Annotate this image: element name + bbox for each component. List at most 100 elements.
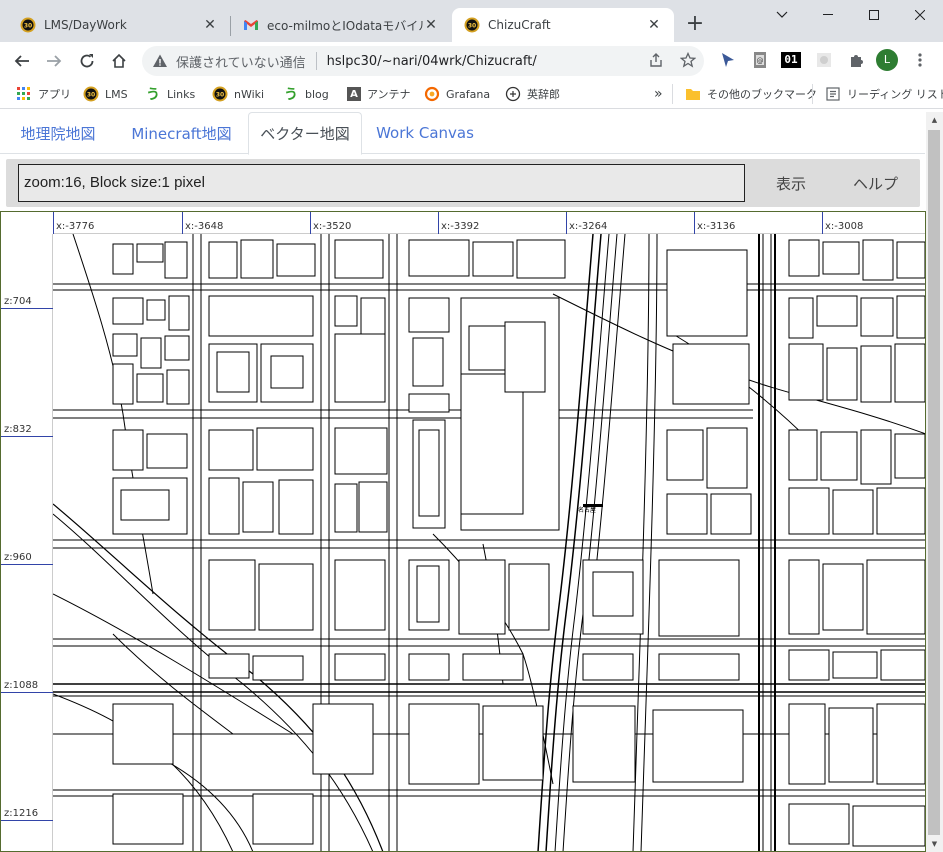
browser-tab-title: LMS/DayWork bbox=[44, 18, 127, 32]
close-icon[interactable]: ✕ bbox=[423, 17, 439, 33]
bookmark-star-icon[interactable] bbox=[678, 50, 698, 70]
bookmark-label: blog bbox=[305, 87, 329, 101]
binary-extension-icon[interactable]: 01 bbox=[781, 50, 801, 70]
show-button[interactable]: 表示 bbox=[776, 167, 806, 199]
hatena-u-icon: う bbox=[146, 87, 160, 103]
x-tick: x:-3648 bbox=[182, 212, 223, 234]
bookmark-lms[interactable]: 30 LMS bbox=[83, 84, 128, 104]
cursor-extension-icon[interactable] bbox=[718, 50, 738, 70]
browser-tab-chizucraft[interactable]: 30 ChizuCraft ✕ bbox=[452, 8, 674, 42]
station-label: 名古屋 bbox=[578, 506, 596, 514]
page-scrollbar[interactable]: ▲ ▼ bbox=[926, 112, 943, 852]
address-bar[interactable]: 保護されていない通信 hslpc30/~nari/04wrk/Chizucraf… bbox=[142, 46, 704, 76]
bookmark-antenna[interactable]: A アンテナ bbox=[347, 84, 411, 104]
help-button[interactable]: ヘルプ bbox=[853, 167, 898, 199]
tab-gsi-map[interactable]: 地理院地図 bbox=[2, 112, 114, 154]
svg-text:30: 30 bbox=[468, 23, 476, 30]
tab-search-chevron-icon[interactable] bbox=[759, 0, 805, 30]
z-tick-label: z:960 bbox=[4, 552, 32, 563]
new-tab-button[interactable]: + bbox=[684, 13, 706, 36]
document-extension-icon[interactable]: @ bbox=[750, 50, 770, 70]
home-button[interactable] bbox=[104, 46, 134, 76]
browser-tab-lms-daywork[interactable]: 30 LMS/DayWork ✕ bbox=[8, 8, 230, 42]
gmail-icon bbox=[244, 20, 258, 30]
hatena-u-icon: う bbox=[284, 87, 298, 103]
tab-work-canvas[interactable]: Work Canvas bbox=[363, 112, 487, 154]
z-tick: z:832 bbox=[1, 424, 53, 437]
z-tick: z:1088 bbox=[1, 680, 53, 693]
x-tick-label: x:-3648 bbox=[185, 221, 224, 232]
map-drawing: 名古屋 bbox=[53, 234, 925, 851]
back-button[interactable] bbox=[7, 46, 37, 76]
forward-button[interactable] bbox=[39, 46, 69, 76]
vector-map-canvas[interactable]: x:-3776 x:-3648 x:-3520 x:-3392 x:-3264 … bbox=[0, 211, 926, 852]
bookmarks-bar: アプリ 30 LMS う Links 30 nWiki う blog A アンテ… bbox=[0, 79, 943, 109]
tab-minecraft-map[interactable]: Minecraft地図 bbox=[115, 112, 248, 154]
antenna-a-icon: A bbox=[347, 87, 361, 101]
x-tick: x:-3008 bbox=[822, 212, 863, 234]
x-tick: x:-3392 bbox=[438, 212, 479, 234]
bookmark-label: LMS bbox=[105, 87, 128, 101]
x-tick-label: x:-3392 bbox=[441, 221, 480, 232]
folder-icon bbox=[685, 86, 701, 102]
bookmark-label: nWiki bbox=[234, 87, 265, 101]
minimize-button[interactable] bbox=[805, 0, 851, 30]
apps-grid-icon bbox=[16, 86, 32, 102]
bookmark-label: 英辞郎 bbox=[527, 88, 560, 101]
x-tick: x:-3520 bbox=[310, 212, 351, 234]
z-tick: z:1216 bbox=[1, 808, 53, 821]
tab-vector-map[interactable]: ベクター地図 bbox=[248, 112, 362, 155]
reading-list[interactable]: リーディング リスト bbox=[812, 84, 943, 104]
scroll-down-arrow-icon[interactable]: ▼ bbox=[926, 836, 943, 852]
browser-toolbar: 保護されていない通信 hslpc30/~nari/04wrk/Chizucraf… bbox=[0, 42, 943, 79]
zoom-status-input[interactable]: zoom:16, Block size:1 pixel bbox=[18, 164, 745, 202]
maximize-button[interactable] bbox=[851, 0, 897, 30]
bookmark-eijiro[interactable]: 英辞郎 bbox=[505, 84, 560, 104]
reading-list-label: リーディング リスト bbox=[847, 88, 943, 101]
url-text[interactable]: hslpc30/~nari/04wrk/Chizucraft/ bbox=[327, 54, 537, 69]
browser-tab-title: eco-milmoとIOdataモバイルルーター bbox=[267, 18, 423, 33]
share-icon[interactable] bbox=[646, 50, 666, 70]
bookmarks-overflow-chevron[interactable]: » bbox=[654, 84, 663, 104]
tab-strip: 30 LMS/DayWork ✕ eco-milmoとIOdataモバイルルータ… bbox=[0, 0, 943, 42]
lms-30-icon: 30 bbox=[83, 86, 99, 102]
z-tick-label: z:1088 bbox=[4, 680, 39, 691]
scroll-up-arrow-icon[interactable]: ▲ bbox=[926, 112, 943, 128]
bookmark-grafana[interactable]: Grafana bbox=[424, 84, 490, 104]
x-tick-label: x:-3136 bbox=[697, 221, 736, 232]
svg-text:@: @ bbox=[757, 57, 764, 65]
bookmark-apps[interactable]: アプリ bbox=[16, 84, 71, 104]
x-tick: x:-3136 bbox=[694, 212, 735, 234]
x-tick-label: x:-3264 bbox=[569, 221, 608, 232]
lms-30-icon: 30 bbox=[212, 86, 228, 102]
lms-30-icon: 30 bbox=[20, 17, 36, 33]
close-window-button[interactable] bbox=[897, 0, 943, 30]
warning-triangle-icon bbox=[153, 54, 167, 67]
browser-tab-title: ChizuCraft bbox=[488, 18, 551, 32]
x-tick-label: x:-3520 bbox=[313, 221, 352, 232]
extensions-puzzle-icon[interactable] bbox=[846, 50, 866, 70]
bookmark-nwiki[interactable]: 30 nWiki bbox=[212, 84, 264, 104]
bookmark-links[interactable]: う Links bbox=[145, 84, 195, 104]
close-icon[interactable]: ✕ bbox=[202, 17, 218, 33]
x-coordinate-ruler: x:-3776 x:-3648 x:-3520 x:-3392 x:-3264 … bbox=[53, 212, 925, 234]
bookmark-label: Grafana bbox=[446, 87, 491, 101]
app-tab-nav: 地理院地図 Minecraft地図 ベクター地図 Work Canvas bbox=[0, 112, 925, 155]
z-tick-label: z:832 bbox=[4, 424, 32, 435]
close-icon[interactable]: ✕ bbox=[646, 17, 662, 33]
bookmark-other[interactable]: その他のブックマーク bbox=[672, 84, 817, 104]
x-tick-label: x:-3008 bbox=[825, 221, 864, 232]
security-label: 保護されていない通信 bbox=[176, 55, 306, 71]
reload-button[interactable] bbox=[72, 46, 102, 76]
scrollbar-thumb[interactable] bbox=[928, 130, 940, 835]
kebab-menu-icon[interactable] bbox=[910, 50, 930, 70]
grayed-extension-icon[interactable] bbox=[814, 50, 834, 70]
divider bbox=[315, 52, 317, 70]
browser-tab-eco-milmo[interactable]: eco-milmoとIOdataモバイルルーター ✕ bbox=[231, 8, 451, 42]
bookmark-blog[interactable]: う blog bbox=[283, 84, 329, 104]
x-tick: x:-3776 bbox=[53, 212, 94, 234]
profile-avatar[interactable]: L bbox=[876, 49, 898, 71]
z-coordinate-ruler: z:704 z:832 z:960 z:1088 z:1216 bbox=[1, 234, 53, 851]
z-tick-label: z:1216 bbox=[4, 808, 39, 819]
svg-text:30: 30 bbox=[24, 23, 32, 30]
